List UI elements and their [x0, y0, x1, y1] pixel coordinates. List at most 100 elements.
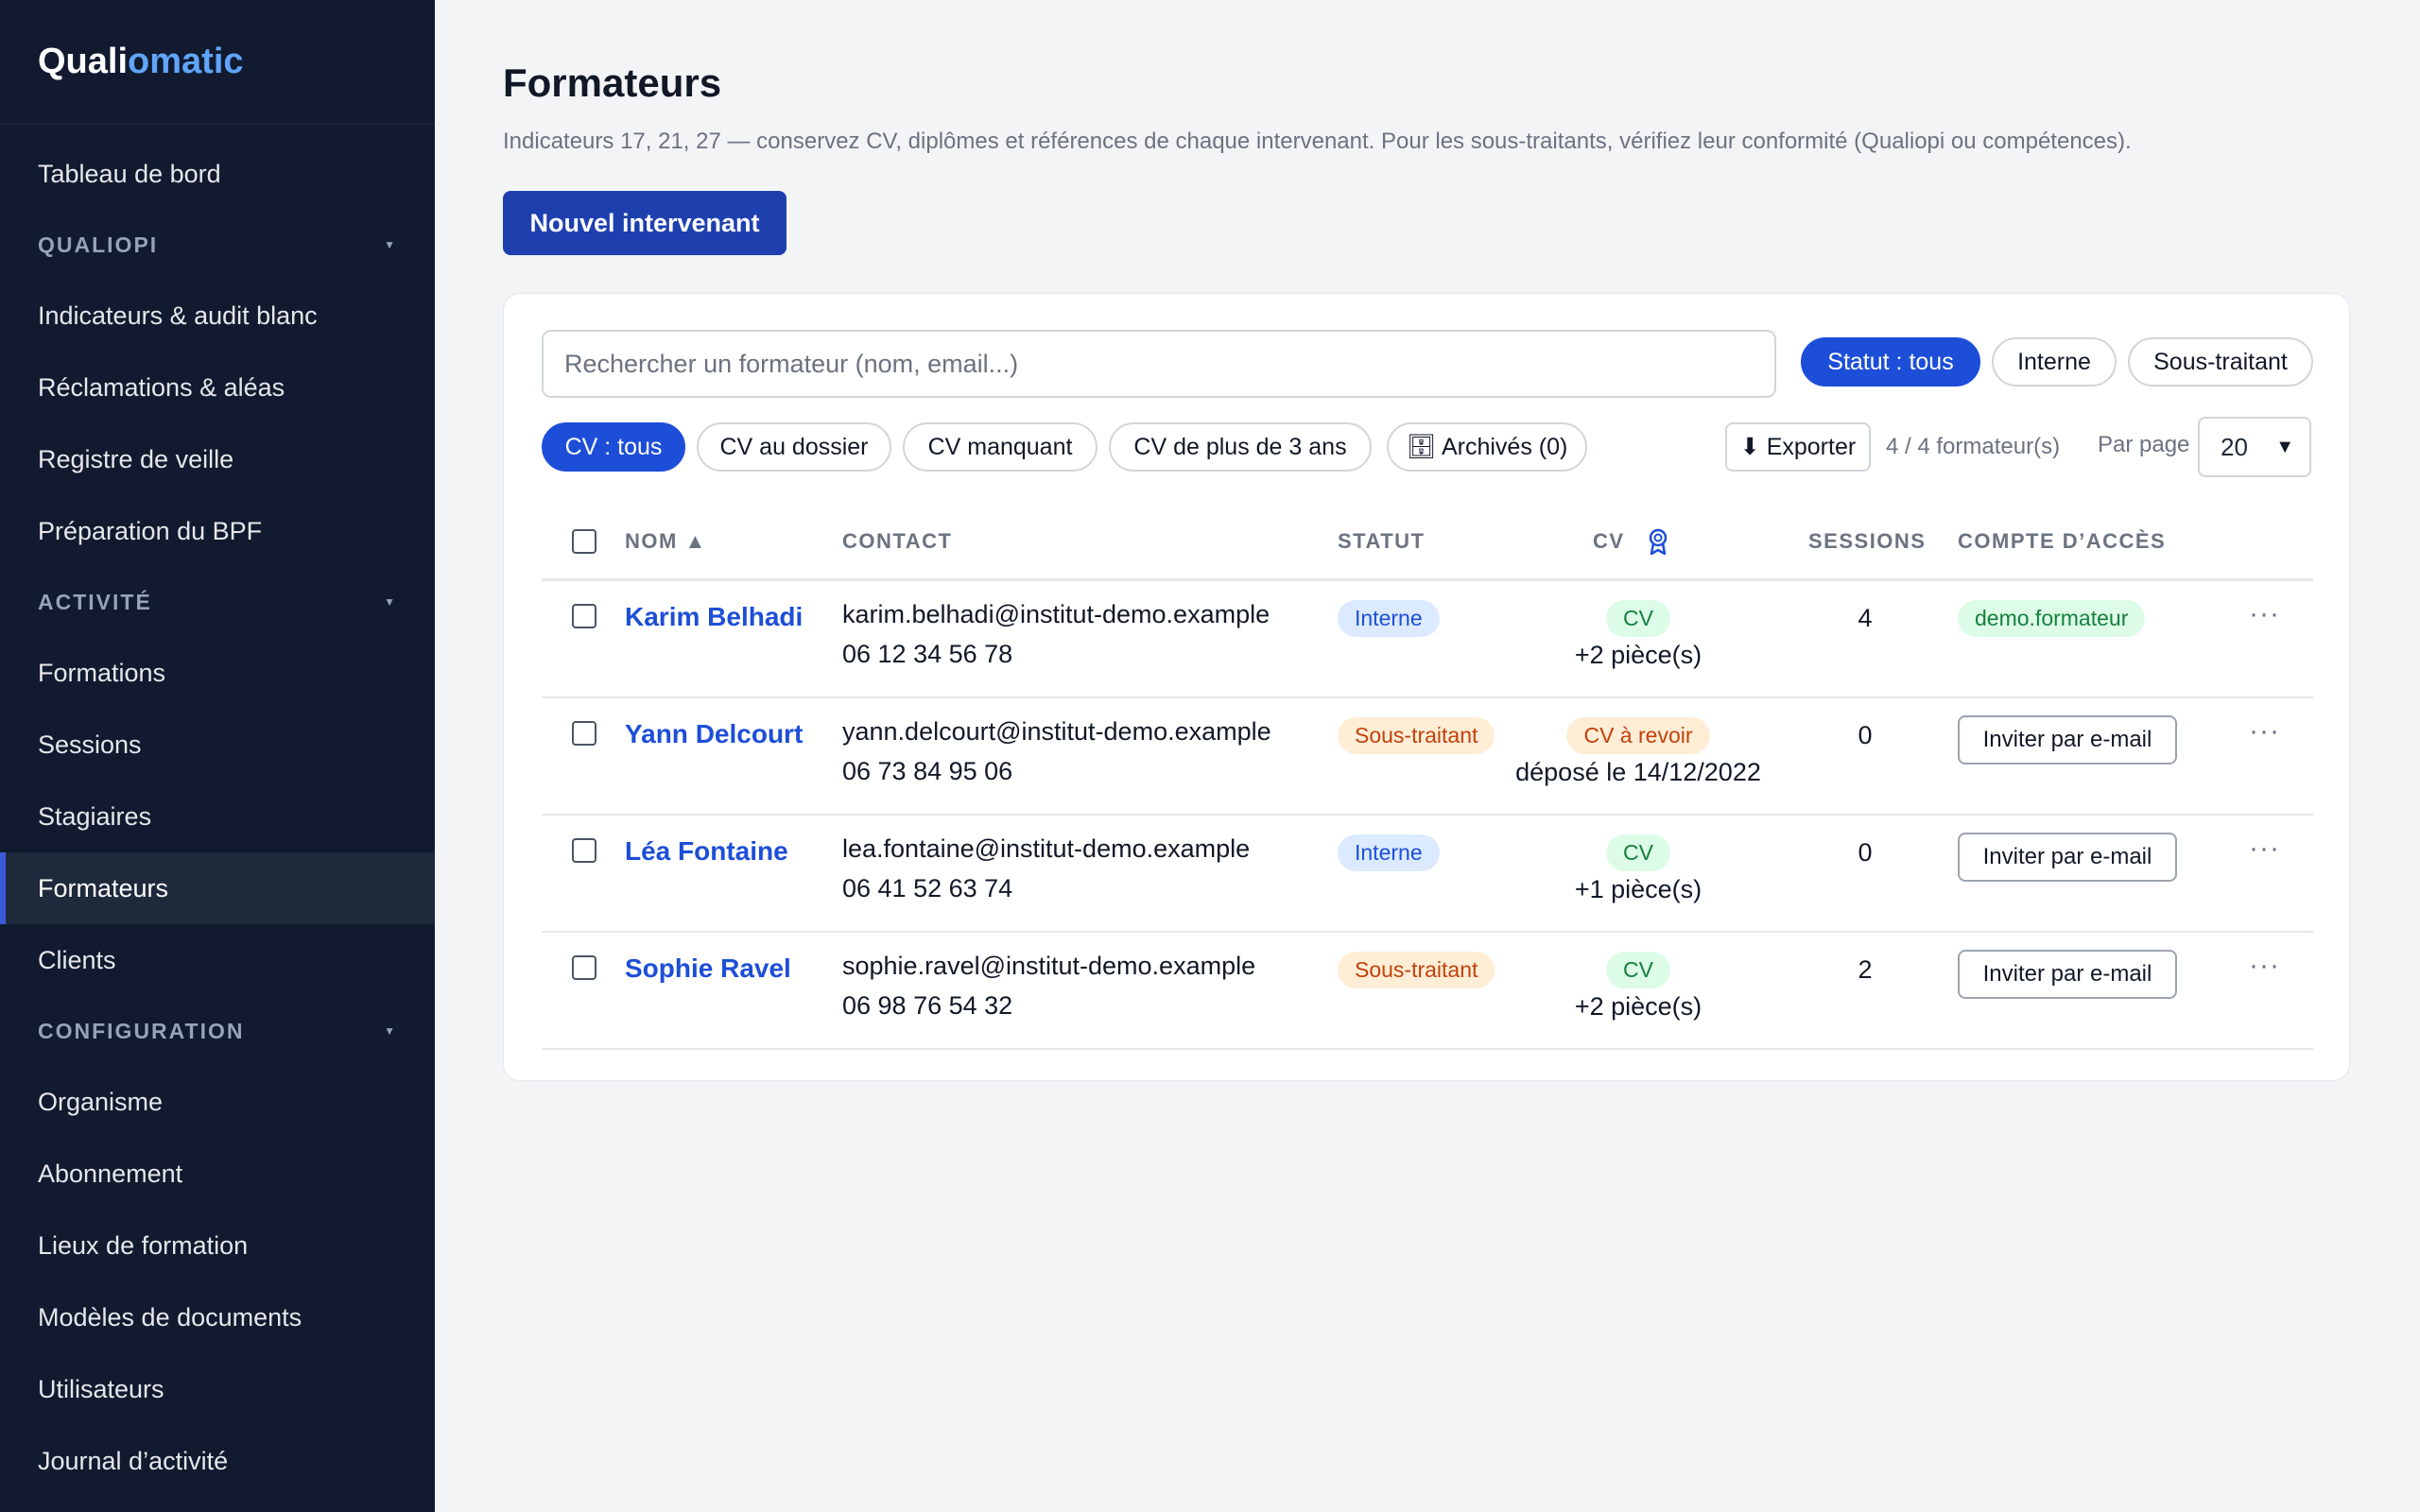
trainer-phone: 06 12 34 56 78	[842, 640, 1013, 668]
status-cell: Sous-traitant	[1338, 952, 1495, 988]
trainer-phone: 06 73 84 95 06	[842, 757, 1013, 785]
trainer-phone: 06 41 52 63 74	[842, 874, 1013, 902]
status-cell: Interne	[1338, 834, 1440, 871]
cv-cell: CV +1 pièce(s)	[1496, 834, 1780, 904]
cv-deposit-date: déposé le 14/12/2022	[1515, 758, 1761, 786]
main-content: Formateurs Indicateurs 17, 21, 27 — cons…	[435, 0, 2420, 1512]
app-logo[interactable]: Quali omatic	[0, 0, 435, 125]
new-trainer-button[interactable]: Nouvel intervenant	[503, 191, 786, 255]
filter-cv-manquant[interactable]: CV manquant	[903, 422, 1098, 472]
filter-status-sous-traitant[interactable]: Sous-traitant	[2128, 337, 2313, 387]
sidebar-nav: Tableau de bord QUALIOPI ▼ Indicateurs &…	[0, 125, 435, 1497]
trainer-email: lea.fontaine@institut-demo.example	[842, 834, 1251, 863]
column-header-status: STATUT	[1338, 529, 1426, 553]
per-page-label: Par page	[2098, 432, 2190, 457]
cv-pieces-count: +2 pièce(s)	[1574, 641, 1703, 669]
row-checkbox[interactable]	[572, 838, 596, 863]
table-header: NOM ▲ CONTACT STATUT CV SESSIONS COMPTE …	[542, 502, 2313, 581]
filter-status-all[interactable]: Statut : tous	[1801, 337, 1980, 387]
sidebar-section-activite[interactable]: ACTIVITÉ ▼	[0, 567, 435, 637]
filter-status-interne[interactable]: Interne	[1992, 337, 2117, 387]
column-header-cv: CV	[1593, 502, 1670, 581]
table-row[interactable]: Yann Delcourt yann.delcourt@institut-dem…	[542, 698, 2313, 816]
sidebar-item-reclamations[interactable]: Réclamations & aléas	[0, 352, 435, 423]
sidebar-item-indicateurs[interactable]: Indicateurs & audit blanc	[0, 280, 435, 352]
table-row[interactable]: Sophie Ravel sophie.ravel@institut-demo.…	[542, 933, 2313, 1050]
account-cell: Inviter par e-mail	[1958, 715, 2177, 765]
filter-cv-au-dossier[interactable]: CV au dossier	[697, 422, 891, 472]
more-actions-icon[interactable]: ···	[2249, 950, 2280, 982]
sidebar-item-abonnement[interactable]: Abonnement	[0, 1138, 435, 1210]
sidebar-item-sessions[interactable]: Sessions	[0, 709, 435, 781]
invite-email-button[interactable]: Inviter par e-mail	[1958, 715, 2177, 765]
column-header-name[interactable]: NOM ▲	[625, 502, 707, 581]
cv-badge[interactable]: CV	[1606, 952, 1670, 988]
account-cell: Inviter par e-mail	[1958, 833, 2177, 882]
table-row[interactable]: Léa Fontaine lea.fontaine@institut-demo.…	[542, 816, 2313, 933]
search-input[interactable]	[542, 330, 1776, 398]
sessions-count: 2	[1858, 955, 1873, 984]
filter-cv-all[interactable]: CV : tous	[542, 422, 685, 472]
trainer-contact: lea.fontaine@institut-demo.example 06 41…	[842, 829, 1250, 908]
column-header-sessions: SESSIONS	[1808, 529, 1927, 553]
cv-header-label: CV	[1593, 529, 1625, 553]
cv-pieces-count: +1 pièce(s)	[1574, 875, 1703, 903]
sidebar-section-configuration[interactable]: CONFIGURATION ▼	[0, 996, 435, 1066]
cv-badge[interactable]: CV à revoir	[1566, 717, 1710, 754]
results-count: 4 / 4 formateur(s)	[1886, 434, 2061, 459]
row-checkbox[interactable]	[572, 955, 596, 980]
more-actions-icon[interactable]: ···	[2249, 598, 2280, 630]
select-all-checkbox[interactable]	[572, 529, 596, 554]
trainer-name-link[interactable]: Karim Belhadi	[625, 602, 803, 632]
sidebar-item-journal[interactable]: Journal d’activité	[0, 1425, 435, 1497]
table-row[interactable]: Karim Belhadi karim.belhadi@institut-dem…	[542, 581, 2313, 698]
caret-down-icon: ▼	[384, 595, 397, 609]
sidebar-item-formations[interactable]: Formations	[0, 637, 435, 709]
sidebar-item-lieux[interactable]: Lieux de formation	[0, 1210, 435, 1281]
sidebar-item-utilisateurs[interactable]: Utilisateurs	[0, 1353, 435, 1425]
trainers-card: Statut : tous Interne Sous-traitant CV :…	[503, 293, 2350, 1081]
per-page-select[interactable]: 20 ▼	[2198, 417, 2311, 477]
filter-cv-plus-3-ans[interactable]: CV de plus de 3 ans	[1109, 422, 1372, 472]
cv-badge[interactable]: CV	[1606, 600, 1670, 637]
cv-cell: CV +2 pièce(s)	[1496, 600, 1780, 670]
status-badge: Interne	[1338, 600, 1440, 637]
sidebar-item-clients[interactable]: Clients	[0, 924, 435, 996]
page-title: Formateurs	[503, 60, 722, 105]
sidebar-item-stagiaires[interactable]: Stagiaires	[0, 781, 435, 852]
sidebar-item-modeles[interactable]: Modèles de documents	[0, 1281, 435, 1353]
sidebar-item-organisme[interactable]: Organisme	[0, 1066, 435, 1138]
cv-cell: CV à revoir déposé le 14/12/2022	[1496, 717, 1780, 787]
cv-badge[interactable]: CV	[1606, 834, 1670, 871]
invite-email-button[interactable]: Inviter par e-mail	[1958, 833, 2177, 882]
section-label: CONFIGURATION	[38, 1018, 245, 1043]
trainer-contact: yann.delcourt@institut-demo.example 06 7…	[842, 712, 1271, 791]
cv-pieces-count: +2 pièce(s)	[1574, 992, 1703, 1021]
sidebar: Quali omatic Tableau de bord QUALIOPI ▼ I…	[0, 0, 435, 1512]
filter-archived[interactable]: 🗄 Archivés (0)	[1387, 422, 1587, 472]
sidebar-item-bpf[interactable]: Préparation du BPF	[0, 495, 435, 567]
sidebar-item-formateurs[interactable]: Formateurs	[0, 852, 435, 924]
trainer-name-link[interactable]: Yann Delcourt	[625, 719, 803, 749]
status-badge: Interne	[1338, 834, 1440, 871]
trainer-name-link[interactable]: Sophie Ravel	[625, 954, 791, 984]
trainer-contact: karim.belhadi@institut-demo.example 06 1…	[842, 594, 1270, 674]
sessions-count: 0	[1858, 721, 1873, 749]
section-label: QUALIOPI	[38, 232, 159, 257]
trainer-phone: 06 98 76 54 32	[842, 991, 1013, 1020]
more-actions-icon[interactable]: ···	[2249, 833, 2280, 865]
row-checkbox[interactable]	[572, 604, 596, 628]
more-actions-icon[interactable]: ···	[2249, 715, 2280, 747]
trainer-name-link[interactable]: Léa Fontaine	[625, 836, 788, 867]
export-button[interactable]: ⬇ Exporter	[1725, 422, 1871, 472]
award-icon	[1646, 527, 1670, 556]
sidebar-item-dashboard[interactable]: Tableau de bord	[0, 138, 435, 210]
sidebar-section-qualiopi[interactable]: QUALIOPI ▼	[0, 210, 435, 280]
row-checkbox[interactable]	[572, 721, 596, 746]
per-page-value: 20	[2221, 432, 2248, 461]
brand-name-part2: omatic	[128, 42, 244, 81]
trainer-contact: sophie.ravel@institut-demo.example 06 98…	[842, 946, 1255, 1025]
invite-email-button[interactable]: Inviter par e-mail	[1958, 950, 2177, 999]
sidebar-item-veille[interactable]: Registre de veille	[0, 423, 435, 495]
chevron-down-icon: ▼	[2275, 436, 2294, 457]
